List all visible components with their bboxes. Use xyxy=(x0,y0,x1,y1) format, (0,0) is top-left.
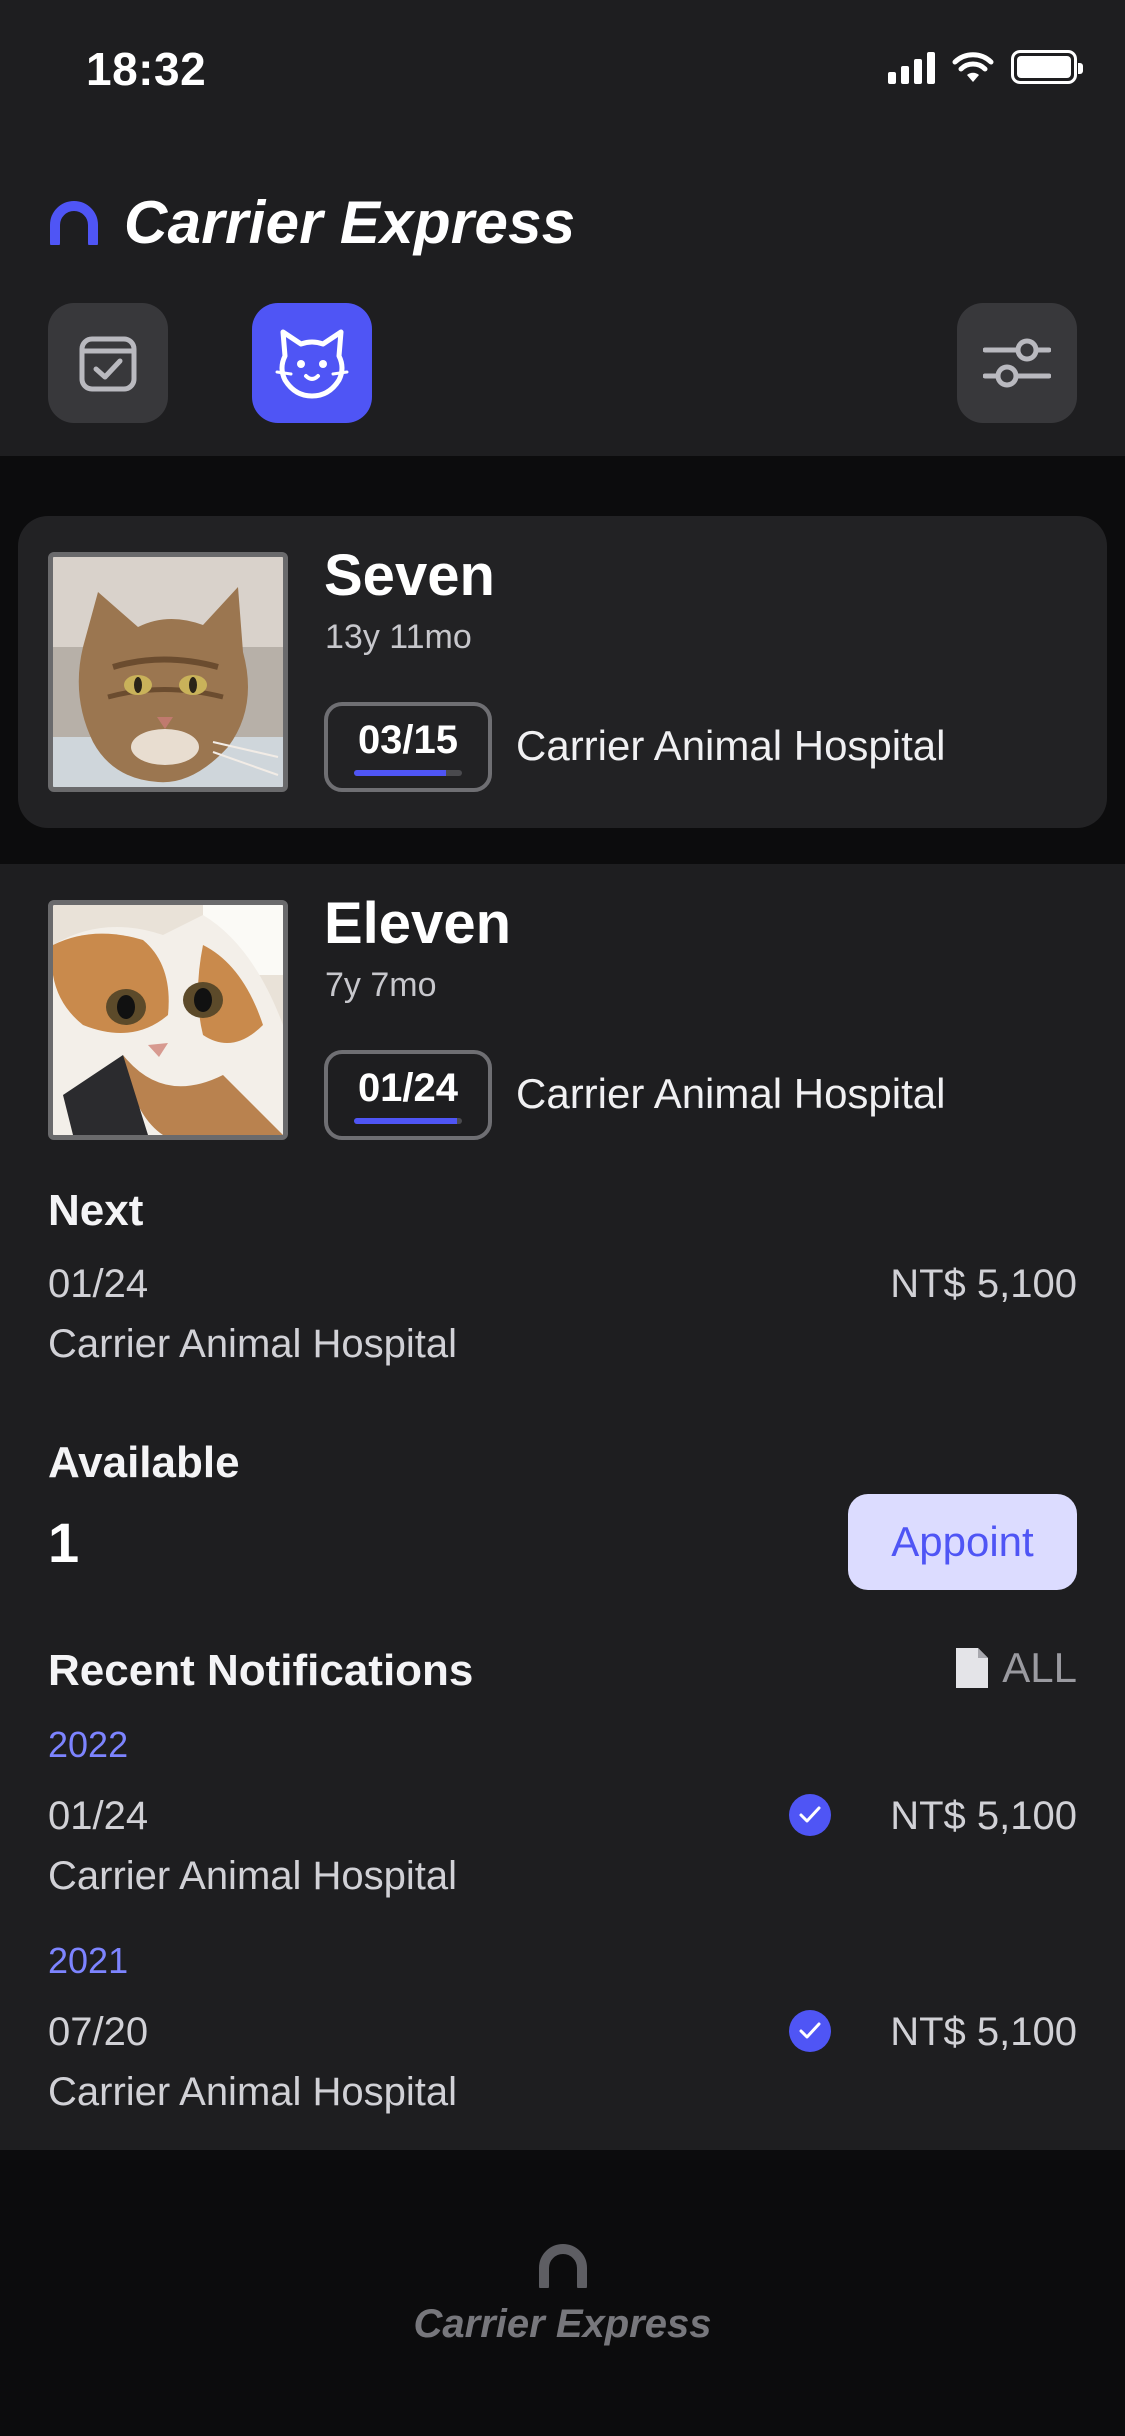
pet-photo-seven xyxy=(48,552,288,792)
pet-badge-progress-fill xyxy=(354,770,446,776)
available-count: 1 xyxy=(48,1511,80,1574)
document-icon xyxy=(956,1648,989,1688)
footer-brand: Carrier Express xyxy=(0,2244,1125,2347)
calendar-check-icon xyxy=(79,336,137,392)
battery-icon xyxy=(1011,50,1083,84)
pet-date-badge: 03/15 xyxy=(324,702,492,792)
pet-badge-progress xyxy=(354,1118,462,1124)
signal-icon xyxy=(888,50,935,84)
pet-badge-progress xyxy=(354,770,462,776)
footer-title: Carrier Express xyxy=(413,2302,712,2346)
pet-date-badge: 01/24 xyxy=(324,1050,492,1140)
pet-age: 13y 11mo xyxy=(325,618,472,656)
pet-hospital: Carrier Animal Hospital xyxy=(516,722,946,769)
check-icon xyxy=(789,2010,831,2052)
appoint-button[interactable]: Appoint xyxy=(848,1494,1077,1590)
all-label: ALL xyxy=(1002,1644,1077,1691)
brand-logo-icon xyxy=(50,200,98,245)
calendar-button[interactable] xyxy=(48,303,168,423)
status-icons xyxy=(888,50,1083,84)
pet-name: Seven xyxy=(324,543,495,608)
wifi-icon xyxy=(952,52,994,82)
notification-hospital: Carrier Animal Hospital xyxy=(48,2070,458,2114)
sliders-icon xyxy=(983,338,1051,388)
pet-name: Eleven xyxy=(324,891,511,956)
notification-date: 01/24 xyxy=(48,1794,149,1838)
pet-badge-progress-fill xyxy=(354,1118,457,1124)
status-time: 18:32 xyxy=(86,43,207,95)
next-price: NT$ 5,100 xyxy=(890,1262,1077,1306)
next-date: 01/24 xyxy=(48,1262,149,1306)
next-hospital: Carrier Animal Hospital xyxy=(48,1322,458,1366)
filter-button[interactable] xyxy=(957,303,1077,423)
pet-hospital: Carrier Animal Hospital xyxy=(516,1070,946,1117)
pet-badge-date: 03/15 xyxy=(357,718,459,762)
app-title: Carrier Express xyxy=(124,189,576,256)
notification-price: NT$ 5,100 xyxy=(890,1794,1077,1838)
pet-badge-date: 01/24 xyxy=(357,1066,459,1110)
brand-logo-icon xyxy=(538,2244,587,2288)
notification-date: 07/20 xyxy=(48,2010,149,2054)
pet-age: 7y 7mo xyxy=(325,966,437,1004)
app-brand: Carrier Express xyxy=(48,188,575,257)
tabby-cat-photo xyxy=(53,557,283,787)
next-label: Next xyxy=(48,1186,144,1235)
notification-hospital: Carrier Animal Hospital xyxy=(48,1854,458,1898)
notification-year: 2021 xyxy=(48,1940,129,1981)
pets-button[interactable] xyxy=(252,303,372,423)
notifications-title: Recent Notifications xyxy=(48,1646,474,1695)
pet-photo-eleven xyxy=(48,900,288,1140)
notification-price: NT$ 5,100 xyxy=(890,2010,1077,2054)
cat-icon xyxy=(275,329,349,399)
available-label: Available xyxy=(48,1438,240,1487)
orange-white-cat-photo xyxy=(53,905,283,1135)
notifications-all-link[interactable]: ALL xyxy=(954,1644,1077,1692)
check-icon xyxy=(789,1794,831,1836)
notification-year: 2022 xyxy=(48,1724,129,1765)
